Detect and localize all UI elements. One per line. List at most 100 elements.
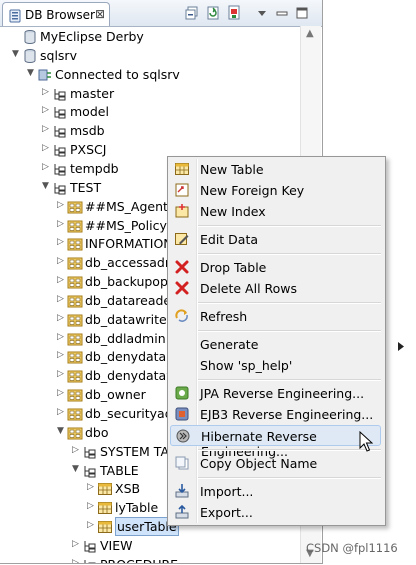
db-browser-icon: [9, 9, 21, 23]
tree-item-label: master: [70, 85, 115, 101]
schema-icon: [67, 406, 83, 422]
schema-icon: [67, 218, 83, 234]
collapsed-arrow-icon[interactable]: ▷: [57, 369, 64, 379]
menu-item-copy-object-name[interactable]: Copy Object Name: [170, 453, 381, 474]
menu-item-refresh[interactable]: Refresh: [170, 306, 381, 327]
tree-item-label: PROCEDURE: [100, 557, 178, 563]
expanded-arrow-icon[interactable]: ▼: [12, 49, 19, 59]
table-icon: [97, 500, 113, 516]
collapse-all-icon[interactable]: [184, 5, 200, 21]
expanded-arrow-icon[interactable]: ▼: [42, 181, 49, 191]
tree-item-label: XSB: [115, 481, 141, 497]
menu-item-delete-all-rows[interactable]: Delete All Rows: [170, 278, 381, 299]
menu-item-label: New Table: [200, 162, 264, 177]
schema-folder-icon: [52, 104, 68, 120]
collapsed-arrow-icon[interactable]: ▷: [57, 332, 64, 342]
expanded-arrow-icon[interactable]: ▼: [27, 68, 34, 78]
collapsed-arrow-icon[interactable]: ▷: [42, 162, 49, 172]
collapsed-arrow-icon[interactable]: ▷: [87, 520, 94, 530]
collapsed-arrow-icon[interactable]: ▷: [57, 256, 64, 266]
collapsed-arrow-icon[interactable]: ▷: [57, 350, 64, 360]
tab-title: DB Browser: [25, 8, 95, 22]
copy-icon: [174, 455, 190, 471]
menu-separator: [198, 379, 381, 381]
collapsed-arrow-icon[interactable]: ▷: [57, 388, 64, 398]
refresh-icon[interactable]: [205, 5, 221, 21]
view-menu-icon[interactable]: [254, 5, 270, 21]
collapsed-arrow-icon[interactable]: ▷: [87, 482, 94, 492]
jpa-icon: [174, 385, 190, 401]
schema-folder-icon: [52, 123, 68, 139]
collapsed-arrow-icon[interactable]: ▷: [57, 275, 64, 285]
tree-item-label: INFORMATION_: [85, 236, 179, 252]
connect-icon[interactable]: [226, 5, 242, 21]
expanded-arrow-icon[interactable]: ▼: [72, 464, 79, 474]
export-icon: [174, 504, 190, 520]
import-icon: [174, 483, 190, 499]
schema-icon: [67, 349, 83, 365]
expanded-arrow-icon[interactable]: ▼: [57, 426, 64, 436]
mouse-pointer-icon: [359, 431, 373, 452]
menu-item-new-table[interactable]: New Table: [170, 159, 381, 180]
collapsed-arrow-icon[interactable]: ▷: [57, 219, 64, 229]
delete-rows-icon: [174, 280, 190, 296]
foreign-key-icon: [174, 182, 190, 198]
menu-item-new-foreign-key[interactable]: New Foreign Key: [170, 180, 381, 201]
scroll-up-icon[interactable]: ▲: [306, 28, 314, 39]
collapsed-arrow-icon[interactable]: ▷: [42, 87, 49, 97]
schema-icon: [67, 331, 83, 347]
collapsed-arrow-icon[interactable]: ▷: [87, 501, 94, 511]
menu-item-drop-table[interactable]: Drop Table: [170, 257, 381, 278]
menu-item-label: Show 'sp_help': [200, 358, 293, 373]
menu-item-label: EJB3 Reverse Engineering...: [200, 407, 374, 422]
collapsed-arrow-icon[interactable]: ▷: [72, 445, 79, 455]
collapsed-arrow-icon[interactable]: ▷: [72, 558, 79, 563]
tree-item-label: VIEW: [100, 537, 133, 553]
collapsed-arrow-icon[interactable]: ▷: [42, 124, 49, 134]
menu-item-edit-data[interactable]: Edit Data: [170, 229, 381, 250]
collapsed-arrow-icon[interactable]: ▷: [42, 105, 49, 115]
folder-icon: [82, 538, 98, 554]
schema-icon: [67, 387, 83, 403]
refresh-icon: [174, 308, 190, 324]
menu-item-label: Generate: [200, 337, 259, 352]
table-icon: [97, 481, 113, 497]
tree-item-label: dbo: [85, 424, 109, 440]
menu-item-generate[interactable]: Generate: [170, 334, 404, 355]
menu-item-label: Export...: [200, 505, 253, 520]
collapsed-arrow-icon[interactable]: ▷: [72, 539, 79, 549]
collapsed-arrow-icon[interactable]: ▷: [57, 294, 64, 304]
menu-item-show-sp-help[interactable]: Show 'sp_help': [170, 355, 381, 376]
collapsed-arrow-icon[interactable]: ▷: [57, 200, 64, 210]
tree-item-label: TABLE: [100, 462, 139, 478]
menu-item-label: Refresh: [200, 309, 248, 324]
context-menu: New Table New Foreign Key New Index Edit Da…: [167, 156, 404, 526]
collapsed-arrow-icon[interactable]: ▷: [42, 143, 49, 153]
collapsed-arrow-icon[interactable]: ▷: [57, 313, 64, 323]
menu-item-hibernate-reverse-engineering[interactable]: Hibernate Reverse Engineering...: [170, 425, 381, 459]
schema-icon: [67, 255, 83, 271]
tab-db-browser[interactable]: DB Browser ⊠: [2, 2, 110, 26]
database-icon: [22, 48, 38, 64]
tree-item-label: MyEclipse Derby: [40, 29, 144, 44]
collapsed-arrow-icon[interactable]: ▷: [57, 407, 64, 417]
menu-item-import[interactable]: Import...: [170, 481, 381, 502]
close-icon[interactable]: ⊠: [95, 7, 105, 21]
maximize-icon[interactable]: [294, 5, 310, 21]
menu-separator: [198, 477, 381, 479]
collapsed-arrow-icon[interactable]: ▷: [57, 237, 64, 247]
menu-item-jpa-reverse-engineering[interactable]: JPA Reverse Engineering...: [170, 383, 381, 404]
hibernate-icon: [175, 428, 191, 444]
folder-icon: [82, 444, 98, 460]
menu-item-new-index[interactable]: New Index: [170, 201, 381, 222]
folder-icon: [82, 463, 98, 479]
schema-icon: [67, 293, 83, 309]
tree-item-label: db_denydataw: [85, 368, 177, 384]
menu-item-ejb3-reverse-engineering[interactable]: EJB3 Reverse Engineering...: [170, 404, 381, 425]
schema-folder-icon: [52, 86, 68, 102]
edit-data-icon: [174, 231, 190, 247]
menu-separator: [198, 302, 381, 304]
menu-item-export[interactable]: Export...: [170, 502, 381, 523]
minimize-icon[interactable]: [274, 5, 290, 21]
folder-icon: [82, 557, 98, 563]
